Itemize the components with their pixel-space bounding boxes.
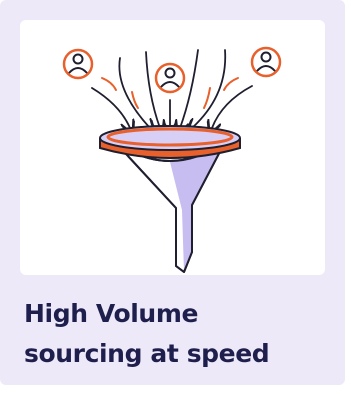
headline-line-2: sourcing at speed xyxy=(24,339,270,368)
sourcing-funnel-illustration xyxy=(62,46,282,273)
illustration-panel xyxy=(20,20,325,275)
candidate-avatar-icon xyxy=(62,48,94,80)
headline-line-1: High Volume xyxy=(24,299,199,328)
sourcing-funnel-icon xyxy=(99,125,241,273)
feature-card: High Volume sourcing at speed xyxy=(0,0,345,385)
card-headline: High Volume sourcing at speed xyxy=(24,294,270,374)
candidate-avatar-icon xyxy=(154,62,186,94)
candidate-avatar-icon xyxy=(250,46,282,78)
